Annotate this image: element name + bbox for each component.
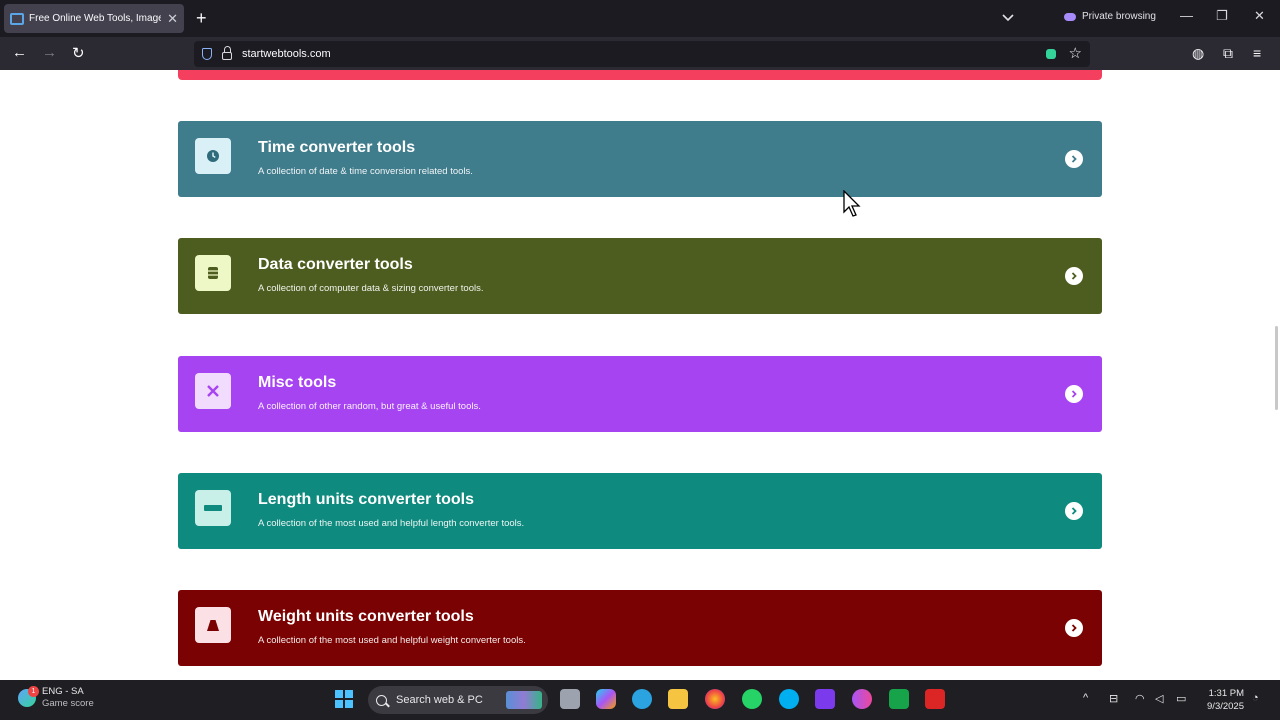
search-icon <box>376 694 387 706</box>
widgets-badge: 1 <box>28 686 39 697</box>
extensions-puzzle-icon[interactable]: ⧉ <box>1223 45 1233 62</box>
tab-list-chevron-icon[interactable] <box>1001 11 1015 25</box>
page-content: Time converter tools A collection of dat… <box>0 70 1280 680</box>
app-icon-green[interactable] <box>889 689 909 709</box>
browser-tab-bar: Free Online Web Tools, Image I ✕ + Priva… <box>0 0 1280 37</box>
chevron-right-icon[interactable] <box>1065 619 1083 637</box>
card-icon-box <box>195 255 231 291</box>
chevron-right-icon[interactable] <box>1065 267 1083 285</box>
close-window-button[interactable]: ✕ <box>1254 8 1265 24</box>
back-button[interactable]: ← <box>12 44 27 61</box>
lock-icon[interactable] <box>222 46 232 60</box>
taskbar-clock[interactable]: 1:31 PM 9/3/2025 <box>1198 687 1244 713</box>
windows-start-icon[interactable] <box>334 689 354 709</box>
extension-icon[interactable] <box>1046 49 1056 59</box>
app-icon-red[interactable] <box>925 689 945 709</box>
minimize-button[interactable]: — <box>1180 8 1193 23</box>
forward-button[interactable]: → <box>42 44 57 61</box>
card-description: A collection of the most used and helpfu… <box>258 518 525 529</box>
widgets-line-2: Game score <box>42 698 94 709</box>
browser-nav-bar: ← → ↻ startwebtools.com ☆ ◍ ⧉ ≡ <box>0 37 1280 70</box>
site-favicon-icon <box>10 12 24 25</box>
database-icon <box>208 267 218 279</box>
card-description: A collection of other random, but great … <box>258 401 481 412</box>
taskbar-search-box[interactable]: Search web & PC <box>368 686 548 714</box>
chevron-right-icon[interactable] <box>1065 385 1083 403</box>
notifications-bell-icon[interactable]: ◔ <box>1252 692 1259 704</box>
tab-title: Free Online Web Tools, Image I <box>29 13 162 24</box>
file-explorer-icon[interactable] <box>668 689 688 709</box>
app-icon-purple[interactable] <box>815 689 835 709</box>
skype-icon[interactable] <box>779 689 799 709</box>
tracking-protection-shield-icon[interactable] <box>202 48 212 60</box>
wifi-icon[interactable]: ◠ <box>1135 692 1145 705</box>
search-highlight-icon <box>506 691 542 709</box>
volume-icon[interactable]: ◁ <box>1155 692 1163 705</box>
chevron-right-icon[interactable] <box>1065 150 1083 168</box>
page-scrollbar-thumb[interactable] <box>1275 326 1278 410</box>
copilot-icon[interactable] <box>596 689 616 709</box>
card-title: Data converter tools <box>258 256 413 273</box>
tray-network-icon[interactable]: ⊟ <box>1109 692 1118 705</box>
browser-tab[interactable]: Free Online Web Tools, Image I ✕ <box>4 4 184 33</box>
mouse-cursor-icon <box>843 190 861 217</box>
card-title: Weight units converter tools <box>258 608 474 625</box>
category-card-length-units[interactable]: Length units converter tools A collectio… <box>178 473 1102 549</box>
reload-button[interactable]: ↻ <box>72 44 85 62</box>
category-card-data-converter[interactable]: Data converter tools A collection of com… <box>178 238 1102 314</box>
windows-taskbar: 1 ENG - SA Game score Search web & PC ^ … <box>0 680 1280 720</box>
bookmark-star-icon[interactable]: ☆ <box>1069 44 1082 62</box>
card-description: A collection of date & time conversion r… <box>258 166 473 177</box>
previous-category-card-edge[interactable] <box>178 70 1102 80</box>
address-bar[interactable]: startwebtools.com ☆ <box>194 41 1090 67</box>
card-icon-box <box>195 490 231 526</box>
card-description: A collection of computer data & sizing c… <box>258 283 484 294</box>
restore-button[interactable]: ❐ <box>1216 8 1228 24</box>
firefox-icon[interactable] <box>705 689 725 709</box>
widgets-line-1: ENG - SA <box>42 686 84 697</box>
tab-close-icon[interactable]: ✕ <box>167 11 178 27</box>
card-icon-box <box>195 373 231 409</box>
new-tab-button[interactable]: + <box>196 8 207 28</box>
category-card-weight-units[interactable]: Weight units converter tools A collectio… <box>178 590 1102 666</box>
whatsapp-icon[interactable] <box>742 689 762 709</box>
search-placeholder: Search web & PC <box>396 694 483 706</box>
url-text[interactable]: startwebtools.com <box>242 48 331 60</box>
widgets-icon: 1 <box>18 686 39 707</box>
category-card-time-converter[interactable]: Time converter tools A collection of dat… <box>178 121 1102 197</box>
tray-overflow-chevron-icon[interactable]: ^ <box>1083 692 1088 704</box>
clock-date: 9/3/2025 <box>1207 701 1244 712</box>
card-title: Time converter tools <box>258 139 416 156</box>
weight-icon <box>207 619 219 631</box>
card-title: Length units converter tools <box>258 491 475 508</box>
chevron-right-icon[interactable] <box>1065 502 1083 520</box>
card-description: A collection of the most used and helpfu… <box>258 635 526 646</box>
category-card-misc[interactable]: Misc tools A collection of other random,… <box>178 356 1102 432</box>
private-browsing-label: Private browsing <box>1082 11 1156 22</box>
widgets-button[interactable]: 1 ENG - SA Game score <box>18 686 94 710</box>
battery-icon[interactable]: ▭ <box>1176 692 1186 705</box>
card-icon-box <box>195 138 231 174</box>
clock-icon <box>207 150 219 162</box>
task-view-icon[interactable] <box>560 689 580 709</box>
card-title: Misc tools <box>258 374 337 391</box>
tools-icon <box>207 385 219 397</box>
card-icon-box <box>195 607 231 643</box>
private-browsing-indicator: Private browsing <box>1064 11 1156 22</box>
private-browser-icon[interactable] <box>852 689 872 709</box>
telegram-icon[interactable] <box>632 689 652 709</box>
private-mask-icon <box>1064 12 1076 21</box>
menu-hamburger-icon[interactable]: ≡ <box>1253 45 1261 61</box>
clock-time: 1:31 PM <box>1208 688 1244 699</box>
account-icon[interactable]: ◍ <box>1192 45 1204 62</box>
ruler-icon <box>204 505 222 511</box>
